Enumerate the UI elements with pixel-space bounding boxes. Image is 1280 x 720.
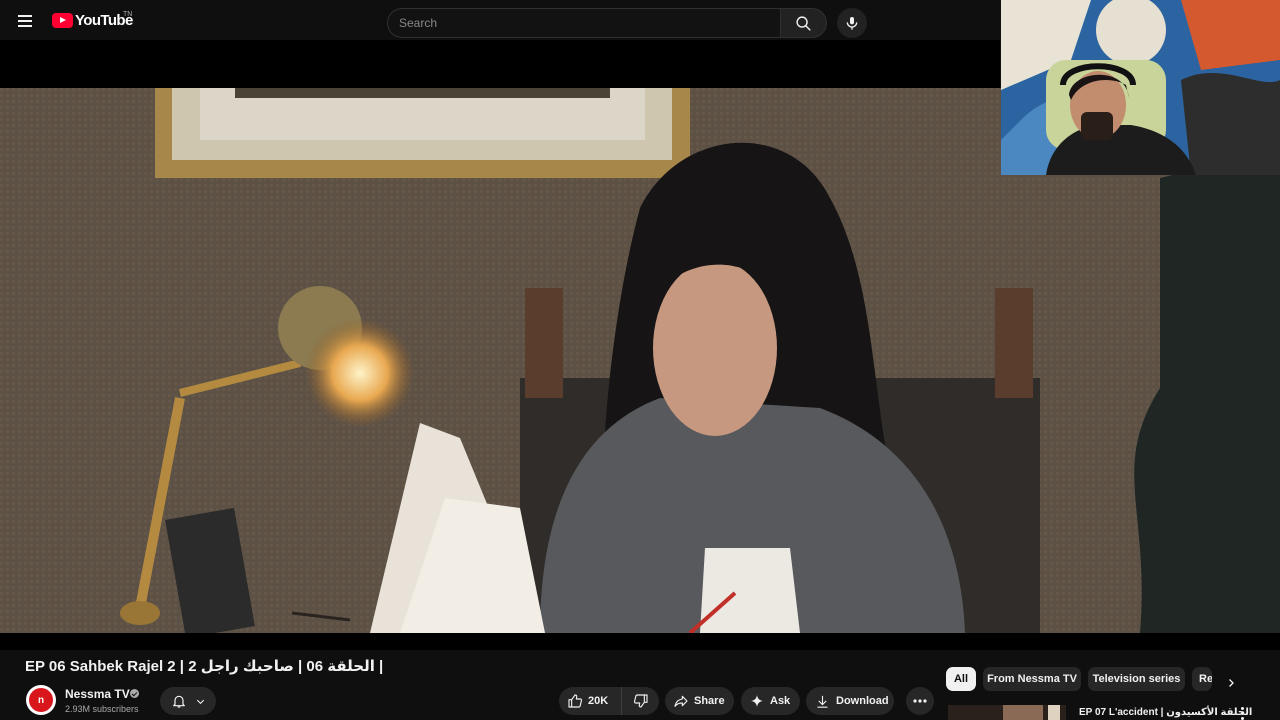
menu-icon[interactable] <box>14 12 36 32</box>
chip-television-series[interactable]: Television series <box>1088 667 1185 691</box>
download-icon <box>817 695 828 708</box>
search-box <box>387 8 780 38</box>
dislike-button[interactable] <box>622 687 659 715</box>
like-count: 20K <box>588 695 609 707</box>
search-input[interactable] <box>388 9 780 37</box>
subscription-notification-button[interactable] <box>160 687 216 715</box>
channel-avatar[interactable]: n <box>26 685 56 715</box>
recommendation-thumbnail[interactable] <box>948 705 1066 720</box>
subscriber-count: 2.93M subscribers <box>65 704 139 714</box>
thumbs-up-icon <box>568 694 583 708</box>
chip-all[interactable]: All <box>946 667 976 691</box>
voice-search-button[interactable] <box>837 8 867 38</box>
thumbs-down-icon <box>633 694 648 708</box>
chip-truncated[interactable]: Re <box>1192 667 1212 691</box>
chevron-right-icon <box>1229 679 1234 687</box>
download-button[interactable]: Download <box>806 687 894 715</box>
chevron-down-icon <box>196 699 204 704</box>
youtube-logo[interactable]: YouTube <box>52 12 133 29</box>
ask-label: Ask <box>770 695 791 707</box>
video-title: EP 06 Sahbek Rajel 2 | الحلقة 06 | صاحبك… <box>25 658 384 675</box>
more-actions-button[interactable] <box>906 687 934 715</box>
streamer-webcam <box>1001 0 1280 175</box>
like-dislike-group: 20K <box>559 687 659 715</box>
sparkle-icon <box>751 695 763 707</box>
player-top-band <box>0 40 1000 88</box>
chip-from-nessma-tv[interactable]: From Nessma TV <box>983 667 1081 691</box>
recommendation-title[interactable]: EP 07 L'accident | الحلقة الأكسيدون <box>1079 707 1252 718</box>
channel-name[interactable]: Nessma TV <box>65 687 130 701</box>
download-label: Download <box>836 695 889 707</box>
like-button[interactable]: 20K <box>559 687 622 715</box>
thumbnail-image <box>948 705 1066 720</box>
recommendation-menu-icon[interactable] <box>1236 706 1248 720</box>
share-button[interactable]: Share <box>665 687 734 715</box>
search-icon <box>796 15 811 31</box>
microphone-icon <box>846 17 858 30</box>
chips-next-button[interactable] <box>1220 672 1242 694</box>
logo-country-code: TN <box>123 11 133 18</box>
verified-badge-icon <box>130 689 139 698</box>
search-button[interactable] <box>780 8 827 38</box>
more-horizontal-icon <box>913 699 927 703</box>
youtube-play-icon <box>52 13 73 28</box>
player-bottom-bar <box>0 633 1280 650</box>
ask-button[interactable]: Ask <box>741 687 800 715</box>
share-icon <box>674 695 688 707</box>
bell-icon <box>172 695 185 708</box>
share-label: Share <box>694 695 725 707</box>
webcam-frame <box>1001 0 1280 175</box>
channel-logo: n <box>29 688 53 712</box>
